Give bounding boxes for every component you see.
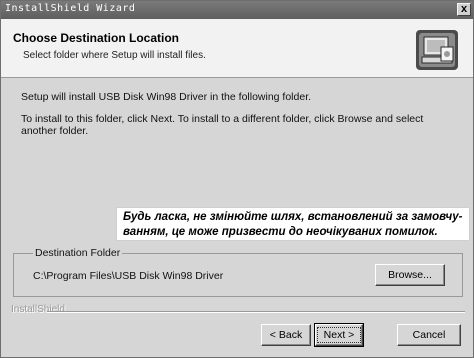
next-button-label: Next > xyxy=(316,327,362,343)
back-button-label: < Back xyxy=(269,329,303,341)
warning-note-line-2: ванням, це може призвести до неочікувани… xyxy=(123,226,438,238)
next-button[interactable]: Next > xyxy=(314,323,364,347)
computer-install-icon xyxy=(416,30,458,70)
back-button[interactable]: < Back xyxy=(261,324,311,346)
destination-folder-label: Destination Folder xyxy=(33,247,123,259)
page-title: Choose Destination Location xyxy=(13,31,180,45)
installshield-brand: InstallShield xyxy=(11,304,65,315)
footer-divider xyxy=(47,311,465,313)
destination-path: C:\Program Files\USB Disk Win98 Driver xyxy=(33,270,224,282)
window-title: InstallShield Wizard xyxy=(5,3,136,14)
cancel-button[interactable]: Cancel xyxy=(397,324,461,346)
title-bar[interactable]: InstallShield Wizard x xyxy=(1,1,473,19)
instructions-text-1: To install to this folder, click Next. T… xyxy=(21,113,424,125)
close-button[interactable]: x xyxy=(457,3,471,16)
warning-note: Будь ласка, не змінюйте шлях, встановлен… xyxy=(116,207,470,241)
instructions-text-2: another folder. xyxy=(21,125,89,137)
installer-window: InstallShield Wizard x Choose Destinatio… xyxy=(0,0,474,358)
intro-text: Setup will install USB Disk Win98 Driver… xyxy=(21,91,312,103)
browse-button-label: Browse... xyxy=(388,269,432,281)
browse-button[interactable]: Browse... xyxy=(375,264,445,286)
wizard-header: Choose Destination Location Select folde… xyxy=(1,19,473,78)
page-subtitle: Select folder where Setup will install f… xyxy=(23,50,206,61)
cancel-button-label: Cancel xyxy=(412,329,446,341)
warning-note-line-1: Будь ласка, не змінюйте шлях, встановлен… xyxy=(123,211,463,223)
